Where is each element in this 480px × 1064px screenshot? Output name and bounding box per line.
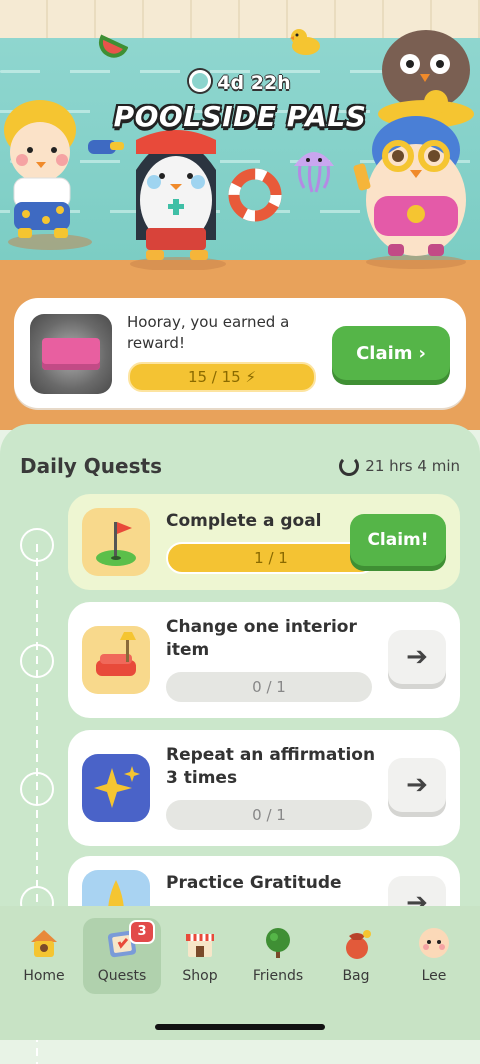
quest-card-change-interior[interactable]: Change one interior item 0 / 1 ➔ <box>68 602 460 718</box>
reward-progress-bar: 15 / 15 ⚡ <box>128 362 316 392</box>
bag-icon <box>339 926 373 960</box>
nav-label: Friends <box>252 968 304 984</box>
quest-progress-bar: 0 / 1 <box>166 800 372 830</box>
penguin-lifeguard-character <box>116 120 236 274</box>
quest-progress-bar: 0 / 1 <box>166 672 372 702</box>
countdown-text: 4d 22h <box>217 72 291 94</box>
arrow-right-icon: ➔ <box>406 770 428 800</box>
quest-label: Practice Gratitude <box>166 873 342 893</box>
quest-label: Complete a goal <box>166 511 322 531</box>
quest-card-complete-goal: Complete a goal 1 / 1 Claim! <box>68 494 460 590</box>
reward-message: Hooray, you earned a reward! <box>127 313 290 352</box>
watermelon-icon <box>94 32 129 70</box>
nav-bag[interactable]: Bag <box>317 918 395 994</box>
daily-quests-title: Daily Quests <box>20 454 162 478</box>
event-countdown: 4d 22h <box>0 70 480 94</box>
reward-item-thumbnail <box>30 314 112 394</box>
refresh-icon <box>339 456 360 476</box>
timeline-node <box>20 528 54 562</box>
reset-timer-text: 21 hrs 4 min <box>365 457 460 475</box>
nav-quests[interactable]: 3 Quests <box>83 918 161 994</box>
claim-reward-button[interactable]: Claim › <box>332 326 450 380</box>
quests-reset-timer: 21 hrs 4 min <box>339 456 460 476</box>
nav-home[interactable]: Home <box>5 918 83 994</box>
go-to-quest-button[interactable]: ➔ <box>388 630 446 684</box>
quest-label: Repeat an affirmation 3 times <box>166 745 376 788</box>
bottom-nav: Home 3 Quests Shop Friends Bag Lee <box>0 906 480 1040</box>
nav-label: Bag <box>342 968 370 984</box>
lightning-icon: ⚡ <box>245 368 257 386</box>
nav-label: Shop <box>182 968 218 984</box>
quest-progress-text: 0 / 1 <box>252 678 286 696</box>
nav-label: Home <box>23 968 65 984</box>
quest-progress-text: 0 / 1 <box>252 806 286 824</box>
quest-progress-text: 1 / 1 <box>254 549 288 567</box>
tree-icon <box>261 926 295 960</box>
jellyfish-icon <box>290 144 338 198</box>
nav-shop[interactable]: Shop <box>161 918 239 994</box>
timeline-node <box>20 644 54 678</box>
avatar-icon <box>417 926 451 960</box>
claim-quest-button[interactable]: Claim! <box>350 514 446 566</box>
golf-flag-icon <box>82 508 150 576</box>
reward-card: Hooray, you earned a reward! 15 / 15 ⚡ C… <box>14 298 466 408</box>
house-icon <box>27 926 61 960</box>
rubber-duck-icon <box>288 26 322 60</box>
arrow-right-icon: ➔ <box>406 642 428 672</box>
sunglasses-bird-character <box>352 110 480 274</box>
quests-badge: 3 <box>129 920 155 944</box>
claim-label: Claim <box>356 342 413 364</box>
quest-label: Change one interior item <box>166 617 357 660</box>
timeline-node <box>20 772 54 806</box>
go-to-quest-button[interactable]: ➔ <box>388 758 446 812</box>
pink-towel-icon <box>42 338 100 370</box>
reward-progress-text: 15 / 15 <box>187 368 241 386</box>
shop-icon <box>183 926 217 960</box>
nav-label: Lee <box>421 968 447 984</box>
quest-progress-bar: 1 / 1 <box>166 542 376 574</box>
event-title: POOLSIDE PALS <box>113 100 367 133</box>
chevron-right-icon: › <box>418 342 426 364</box>
nav-profile[interactable]: Lee <box>395 918 473 994</box>
sparkle-icon <box>82 754 150 822</box>
nav-friends[interactable]: Friends <box>239 918 317 994</box>
home-indicator[interactable] <box>155 1024 325 1030</box>
nav-label: Quests <box>97 968 147 984</box>
clock-icon <box>189 70 212 92</box>
life-ring-icon <box>228 168 282 226</box>
quest-card-affirmation[interactable]: Repeat an affirmation 3 times 0 / 1 ➔ <box>68 730 460 846</box>
sofa-lamp-icon <box>82 626 150 694</box>
